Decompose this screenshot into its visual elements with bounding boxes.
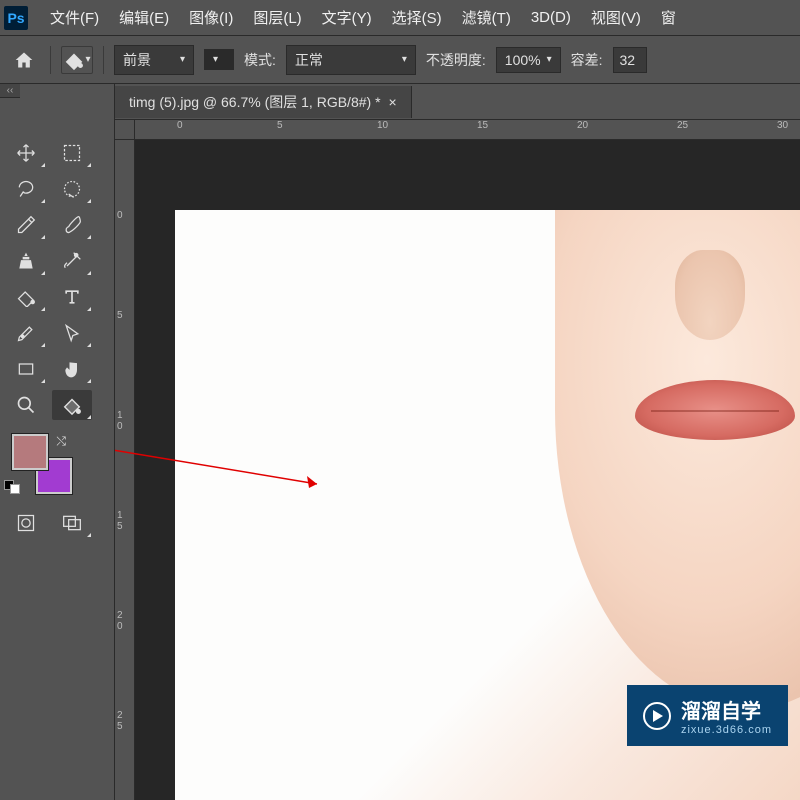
- gradient-tool[interactable]: [6, 282, 46, 312]
- menu-edit[interactable]: 编辑(E): [109, 3, 179, 32]
- swap-colors-icon[interactable]: ⤭: [56, 434, 66, 449]
- divider: [103, 46, 104, 74]
- default-colors-icon[interactable]: [4, 480, 20, 494]
- quick-mask-tool[interactable]: [6, 508, 46, 538]
- bucket-tool-indicator-icon[interactable]: ▾: [61, 46, 93, 74]
- ps-logo: Ps: [4, 6, 28, 30]
- ruler-vertical[interactable]: 0 5 1 0 1 5 2 0 2 5: [115, 140, 135, 800]
- chevron-down-icon: ▾: [180, 54, 185, 65]
- quick-select-tool[interactable]: [52, 174, 92, 204]
- ruler-corner: [115, 120, 135, 140]
- clone-stamp-tool[interactable]: [6, 246, 46, 276]
- menu-layer[interactable]: 图层(L): [243, 3, 311, 32]
- watermark-brand: 溜溜自学: [681, 695, 772, 724]
- tools-panel: ⤭: [0, 84, 115, 800]
- opacity-select[interactable]: 100% ▾: [496, 47, 561, 73]
- menubar: Ps 文件(F) 编辑(E) 图像(I) 图层(L) 文字(Y) 选择(S) 滤…: [0, 0, 800, 36]
- menu-window[interactable]: 窗: [651, 3, 686, 32]
- mode-label: 模式:: [244, 50, 276, 70]
- menu-3d[interactable]: 3D(D): [521, 5, 581, 30]
- menu-filter[interactable]: 滤镜(T): [452, 3, 521, 32]
- foreground-color-swatch[interactable]: [12, 434, 48, 470]
- type-tool[interactable]: [52, 282, 92, 312]
- chevron-down-icon: ▾: [213, 54, 218, 65]
- healing-brush-tool[interactable]: [52, 246, 92, 276]
- options-bar: ▾ 前景 ▾ ▾ 模式: 正常 ▾ 不透明度: 100% ▾ 容差:: [0, 36, 800, 84]
- home-icon[interactable]: [8, 44, 40, 76]
- hand-tool[interactable]: [52, 354, 92, 384]
- screen-mode-tool[interactable]: [52, 508, 92, 538]
- menu-image[interactable]: 图像(I): [179, 3, 243, 32]
- color-swatches: ⤭: [12, 434, 72, 494]
- watermark-url: zixue.3d66.com: [681, 724, 772, 736]
- lasso-tool[interactable]: [6, 174, 46, 204]
- fill-source-select[interactable]: 前景 ▾: [114, 45, 194, 75]
- document-tab-title: timg (5).jpg @ 66.7% (图层 1, RGB/8#) *: [129, 92, 381, 112]
- path-select-tool[interactable]: [52, 318, 92, 348]
- blend-mode-value: 正常: [295, 50, 323, 70]
- zoom-tool[interactable]: [6, 390, 46, 420]
- menu-select[interactable]: 选择(S): [382, 3, 452, 32]
- menu-view[interactable]: 视图(V): [581, 3, 651, 32]
- close-icon[interactable]: ×: [389, 94, 397, 110]
- blend-mode-select[interactable]: 正常 ▾: [286, 45, 416, 75]
- move-tool[interactable]: [6, 138, 46, 168]
- chevron-down-icon: ▾: [85, 54, 90, 65]
- tolerance-label: 容差:: [571, 50, 603, 70]
- document-tabs: timg (5).jpg @ 66.7% (图层 1, RGB/8#) * ×: [115, 84, 800, 120]
- menu-file[interactable]: 文件(F): [40, 3, 109, 32]
- pen-tool[interactable]: [6, 318, 46, 348]
- panel-collapse-icon[interactable]: ‹‹: [0, 84, 20, 98]
- paint-bucket-tool[interactable]: [52, 390, 92, 420]
- chevron-down-icon: ▾: [547, 54, 552, 65]
- opacity-label: 不透明度:: [426, 50, 486, 70]
- pattern-preview[interactable]: ▾: [204, 49, 234, 70]
- opacity-value: 100%: [505, 52, 541, 68]
- image-content: [555, 210, 800, 710]
- rectangle-tool[interactable]: [6, 354, 46, 384]
- ruler-horizontal[interactable]: 0 5 10 15 20 25 30: [135, 120, 800, 140]
- fill-source-value: 前景: [123, 50, 151, 70]
- marquee-tool[interactable]: [52, 138, 92, 168]
- document-tab[interactable]: timg (5).jpg @ 66.7% (图层 1, RGB/8#) * ×: [115, 86, 412, 118]
- chevron-down-icon: ▾: [402, 54, 407, 65]
- divider: [50, 46, 51, 74]
- eyedropper-tool[interactable]: [6, 210, 46, 240]
- brush-tool[interactable]: [52, 210, 92, 240]
- tolerance-input[interactable]: [613, 47, 647, 73]
- watermark: 溜溜自学 zixue.3d66.com: [627, 685, 788, 746]
- canvas-area: timg (5).jpg @ 66.7% (图层 1, RGB/8#) * × …: [115, 84, 800, 800]
- menu-type[interactable]: 文字(Y): [312, 3, 382, 32]
- play-icon: [643, 702, 671, 730]
